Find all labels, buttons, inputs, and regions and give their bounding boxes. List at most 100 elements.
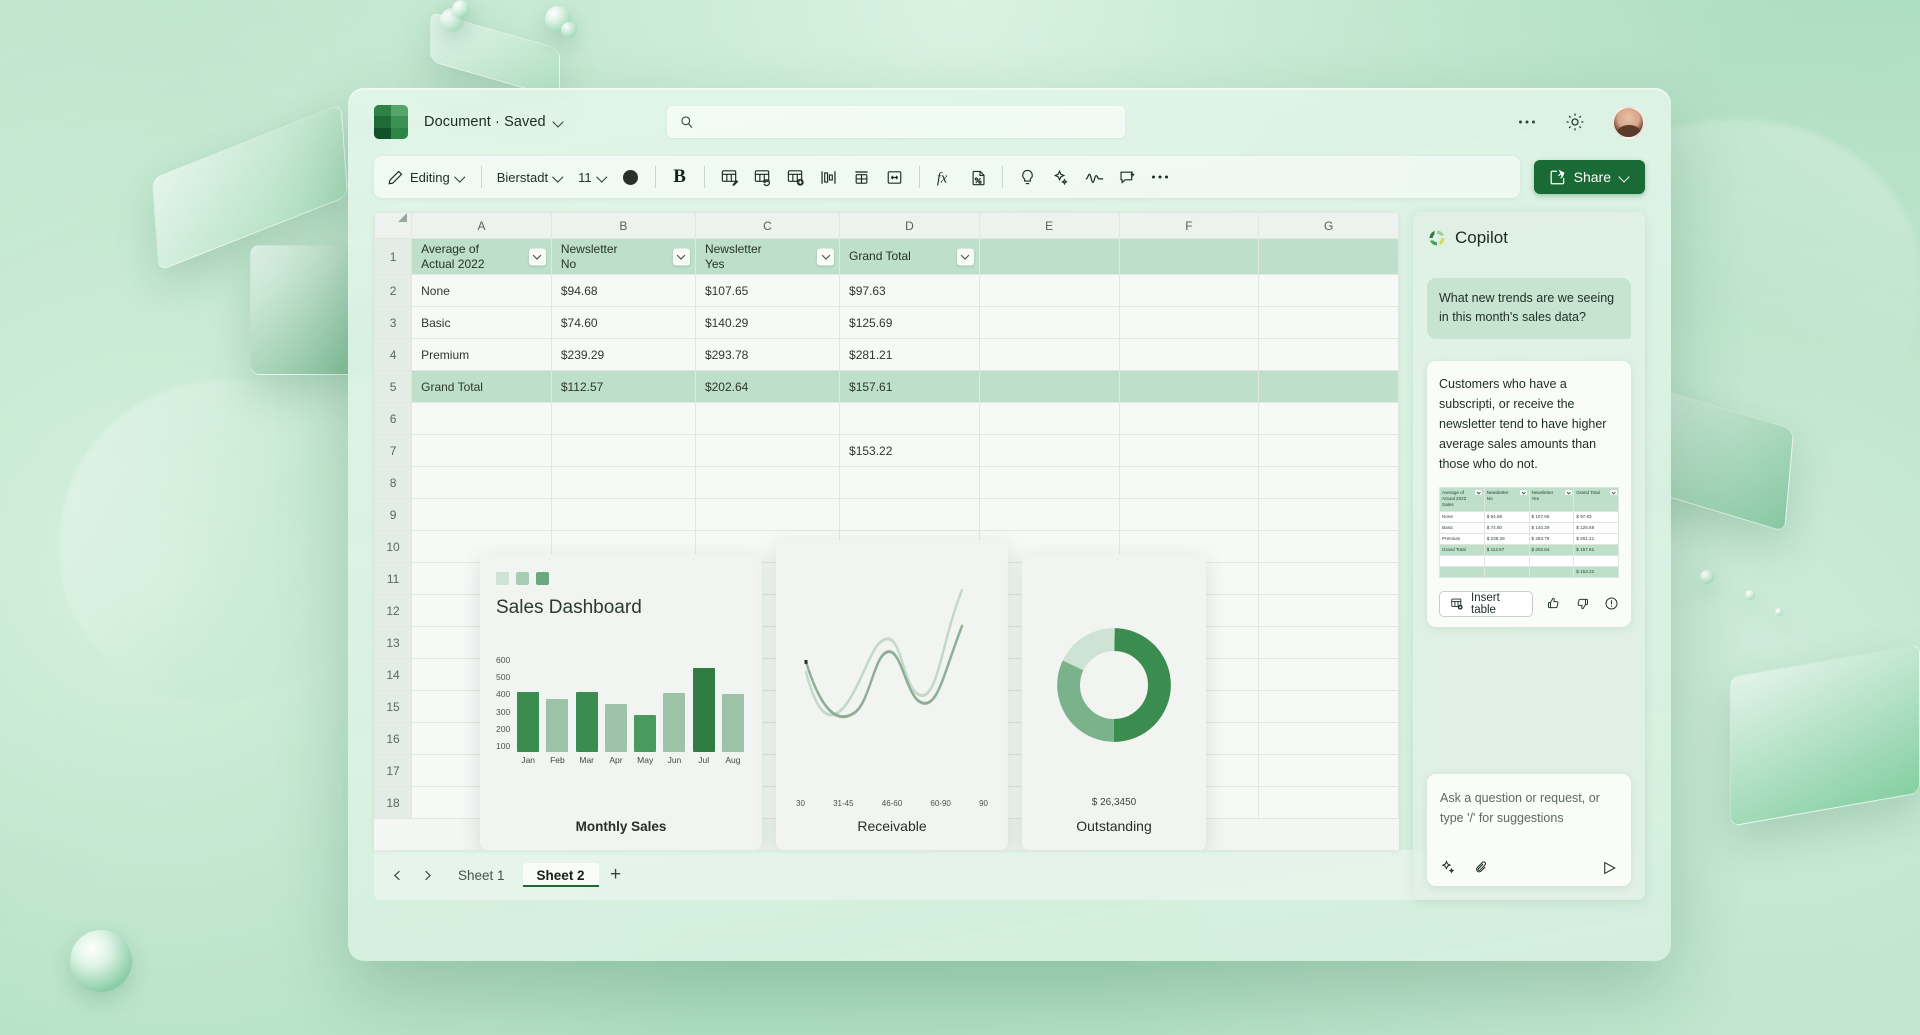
trendline-button[interactable]	[1077, 161, 1111, 193]
grid-cell-E8[interactable]	[978, 466, 1120, 499]
next-sheet-icon[interactable]	[414, 862, 440, 888]
grid-cell-B6[interactable]	[550, 402, 696, 435]
outstanding-card[interactable]: $ 26,3450 Outstanding	[1022, 554, 1206, 850]
receivable-card[interactable]: 30 31-45 46-60 60-90 90 Receivable	[776, 540, 1008, 850]
grid-cell-A6[interactable]	[411, 402, 552, 435]
gear-icon[interactable]	[1564, 111, 1586, 133]
grid-cell-F9[interactable]	[1118, 498, 1260, 531]
sales-dashboard-card[interactable]: Sales Dashboard 600 500 400 300 200 100 Jan Fe…	[480, 554, 762, 850]
grid-cell-E9[interactable]	[978, 498, 1120, 531]
copilot-prompt-placeholder[interactable]: Ask a question or request, or type '/' f…	[1440, 788, 1618, 828]
grid-cell-C6[interactable]	[694, 402, 841, 435]
toolbar-more-button[interactable]	[1144, 161, 1176, 193]
column-header-C[interactable]: C	[694, 212, 841, 239]
copilot-button[interactable]	[1044, 161, 1077, 193]
thumbs-up-icon[interactable]	[1546, 595, 1562, 612]
grid-cell-G4[interactable]	[1258, 338, 1399, 371]
grid-cell-A4[interactable]: Premium	[411, 338, 552, 371]
grid-cell-F2[interactable]	[1118, 274, 1260, 307]
font-size-select[interactable]: 11	[571, 161, 615, 193]
filter-chevron-down-icon[interactable]	[956, 248, 974, 265]
grid-cell-A9[interactable]	[411, 498, 552, 531]
font-name-select[interactable]: Bierstadt	[490, 161, 571, 193]
column-header-E[interactable]: E	[978, 212, 1120, 239]
grid-cell-G2[interactable]	[1258, 274, 1399, 307]
grid-cell-D6[interactable]	[839, 402, 980, 435]
column-header-G[interactable]: G	[1258, 212, 1399, 239]
row-header-1[interactable]: 1	[374, 238, 413, 275]
avatar[interactable]	[1612, 105, 1645, 139]
column-header-D[interactable]: D	[839, 212, 980, 239]
editing-mode-button[interactable]: Editing	[380, 161, 473, 193]
grid-cell-B8[interactable]	[550, 466, 696, 499]
grid-cell-G18[interactable]	[1258, 786, 1399, 819]
grid-cell-F5[interactable]	[1118, 370, 1260, 403]
sheet-tab-sheet-1[interactable]: Sheet 1	[444, 863, 519, 887]
grid-cell-D7[interactable]: $153.22	[839, 434, 980, 467]
grid-cell-D1[interactable]: Grand Total	[839, 238, 980, 275]
grid-cell-C4[interactable]: $293.78	[694, 338, 841, 371]
row-header-13[interactable]: 13	[374, 626, 413, 659]
row-header-9[interactable]: 9	[374, 498, 413, 531]
grid-cell-F4[interactable]	[1118, 338, 1260, 371]
formula-button[interactable]: fx	[928, 161, 961, 193]
grid-cell-E7[interactable]	[978, 434, 1120, 467]
grid-cell-A8[interactable]	[411, 466, 552, 499]
grid-cell-G15[interactable]	[1258, 690, 1399, 723]
grid-cell-D9[interactable]	[839, 498, 980, 531]
column-header-A[interactable]: A	[411, 212, 552, 239]
grid-cell-B2[interactable]: $94.68	[550, 274, 696, 307]
grid-cell-F7[interactable]	[1118, 434, 1260, 467]
grid-cell-A7[interactable]	[411, 434, 552, 467]
grid-cell-D4[interactable]: $281.21	[839, 338, 980, 371]
bold-button[interactable]: B	[664, 161, 696, 193]
grid-cell-C9[interactable]	[694, 498, 841, 531]
grid-cell-G16[interactable]	[1258, 722, 1399, 755]
row-header-8[interactable]: 8	[374, 466, 413, 499]
row-header-12[interactable]: 12	[374, 594, 413, 627]
spreadsheet-grid[interactable]: A B C D E F G 1 Average of Actual 2022 News…	[374, 212, 1399, 850]
edit-table-button[interactable]	[713, 161, 746, 193]
row-header-15[interactable]: 15	[374, 690, 413, 723]
column-header-B[interactable]: B	[550, 212, 696, 239]
grid-cell-G7[interactable]	[1258, 434, 1399, 467]
filter-chevron-down-icon[interactable]	[817, 248, 835, 265]
grid-cell-G5[interactable]	[1258, 370, 1399, 403]
search-input[interactable]	[702, 114, 1112, 130]
refresh-table-button[interactable]	[746, 161, 779, 193]
grid-cell-G12[interactable]	[1258, 594, 1399, 627]
previous-sheet-icon[interactable]	[384, 862, 410, 888]
grid-cell-E1[interactable]	[978, 238, 1120, 275]
chart-columns-button[interactable]	[812, 161, 845, 193]
row-header-17[interactable]: 17	[374, 754, 413, 787]
grid-cell-G1[interactable]	[1258, 238, 1399, 275]
table-row[interactable]: 7 $153.22	[374, 434, 1399, 467]
grid-cell-E4[interactable]	[978, 338, 1120, 371]
grid-cell-A3[interactable]: Basic	[411, 306, 552, 339]
grid-cell-B1[interactable]: Newsletter No	[550, 238, 696, 275]
grid-cell-B4[interactable]: $239.29	[550, 338, 696, 371]
grid-cell-A5[interactable]: Grand Total	[411, 370, 552, 403]
thumbs-down-icon[interactable]	[1575, 595, 1591, 612]
insert-rows-button[interactable]	[845, 161, 878, 193]
table-row[interactable]: 6	[374, 402, 1399, 435]
grid-cell-D5[interactable]: $157.61	[839, 370, 980, 403]
grid-cell-B3[interactable]: $74.60	[550, 306, 696, 339]
more-options-icon[interactable]	[1516, 111, 1538, 133]
grid-cell-G8[interactable]	[1258, 466, 1399, 499]
column-header-F[interactable]: F	[1118, 212, 1260, 239]
add-table-button[interactable]	[779, 161, 812, 193]
grid-cell-C7[interactable]	[694, 434, 841, 467]
share-button[interactable]: Share	[1533, 160, 1645, 194]
font-color-button[interactable]	[615, 161, 647, 193]
report-feedback-icon[interactable]	[1603, 595, 1619, 612]
grid-cell-D8[interactable]	[839, 466, 980, 499]
filter-chevron-down-icon[interactable]	[672, 248, 690, 265]
row-header-14[interactable]: 14	[374, 658, 413, 691]
grid-cell-G14[interactable]	[1258, 658, 1399, 691]
grid-cell-G9[interactable]	[1258, 498, 1399, 531]
sheet-tab-sheet-2[interactable]: Sheet 2	[522, 863, 599, 887]
grid-cell-G13[interactable]	[1258, 626, 1399, 659]
table-row[interactable]: 8	[374, 466, 1399, 499]
row-header-6[interactable]: 6	[374, 402, 413, 435]
